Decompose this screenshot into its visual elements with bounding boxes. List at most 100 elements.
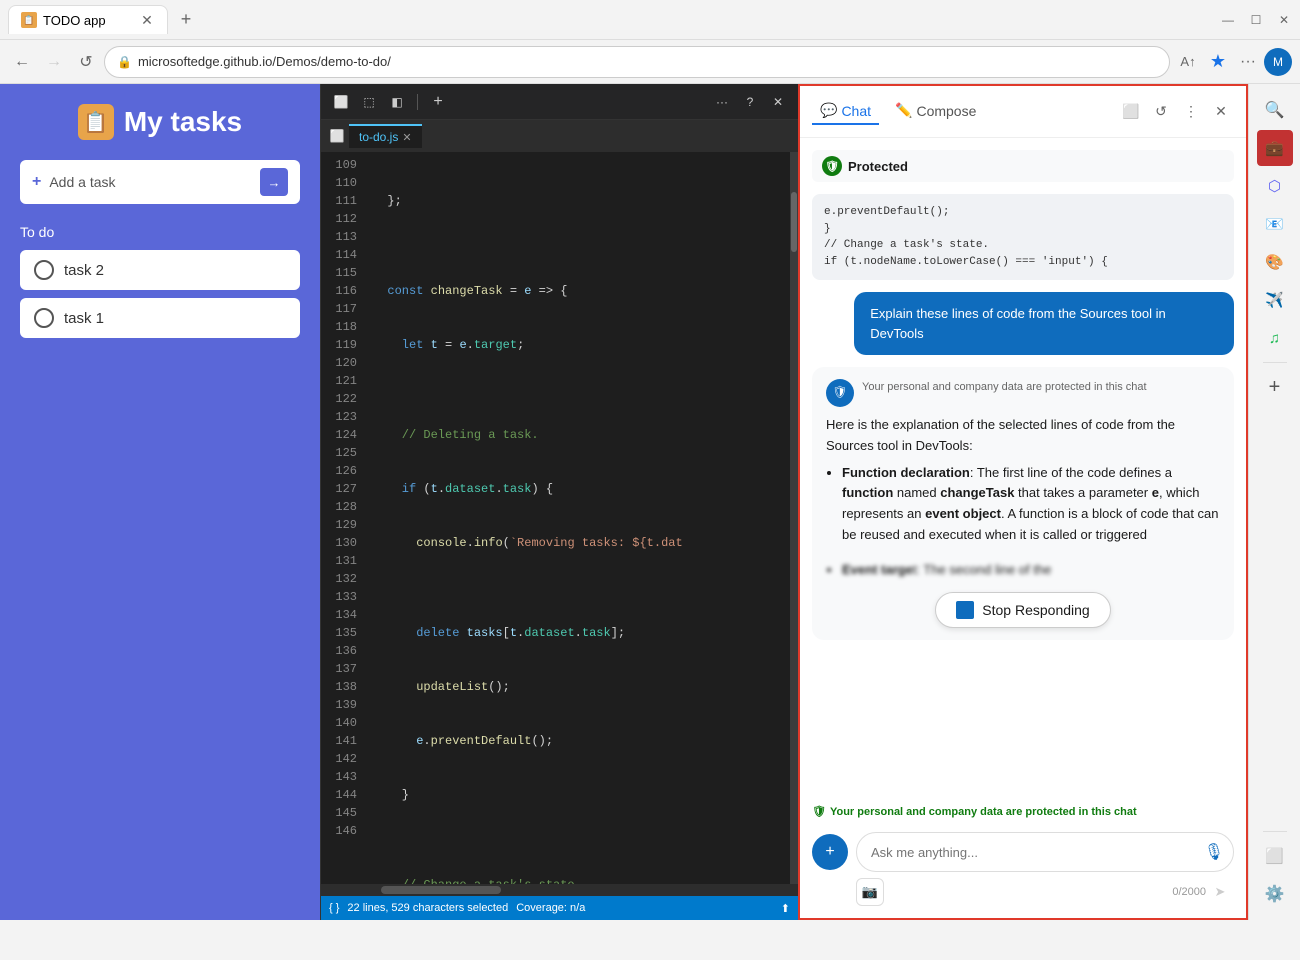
sidebar-paint-btn[interactable]: 🎨 bbox=[1257, 244, 1293, 280]
favorites-icon[interactable]: ★ bbox=[1204, 48, 1232, 76]
chat-close-btn[interactable]: ✕ bbox=[1208, 99, 1234, 125]
browser-toolbar: ← → ↺ 🔒 microsoftedge.github.io/Demos/de… bbox=[0, 40, 1300, 84]
sidebar-divider-1 bbox=[1263, 362, 1287, 363]
ai-avatar: 🛡 bbox=[826, 379, 854, 407]
hscroll-thumb[interactable] bbox=[381, 886, 501, 894]
sidebar-divider-2 bbox=[1263, 831, 1287, 832]
editor-tab-close[interactable]: ✕ bbox=[402, 131, 411, 144]
maximize-btn[interactable]: ☐ bbox=[1248, 12, 1264, 28]
editor-help-btn[interactable]: ? bbox=[738, 90, 762, 114]
tab-title: TODO app bbox=[43, 13, 106, 28]
editor-bracket: { } bbox=[329, 902, 339, 914]
chat-more-btn[interactable]: ⋮ bbox=[1178, 99, 1204, 125]
task-item-1[interactable]: task 1 bbox=[20, 298, 300, 338]
editor-tab-todo[interactable]: to-do.js ✕ bbox=[349, 124, 422, 148]
editor-scrollbar-y[interactable] bbox=[790, 152, 798, 884]
ai-bullet-1: Function declaration: The first line of … bbox=[842, 463, 1220, 546]
minimize-btn[interactable]: — bbox=[1220, 12, 1236, 28]
tab-favicon: 📋 bbox=[21, 12, 37, 28]
sidebar-add-btn[interactable]: + bbox=[1257, 369, 1293, 405]
chat-body: 🛡 Protected e.preventDefault(); } // Cha… bbox=[800, 138, 1246, 799]
editor-icon-1[interactable]: ⬜ bbox=[329, 90, 353, 114]
sidebar-plane-btn[interactable]: ✈️ bbox=[1257, 282, 1293, 318]
chat-panel: 💬 Chat ✏️ Compose ⬜ ↺ ⋮ ✕ 🛡 Pr bbox=[798, 84, 1248, 920]
address-text: microsoftedge.github.io/Demos/demo-to-do… bbox=[138, 54, 391, 69]
code-line-3: // Change a task's state. bbox=[824, 237, 1222, 254]
editor-hscroll[interactable] bbox=[321, 884, 798, 896]
task-item-2[interactable]: task 2 bbox=[20, 250, 300, 290]
chat-input-actions: 📷 0/2000 ➤ bbox=[812, 872, 1234, 906]
chat-tab-label: Chat bbox=[841, 103, 871, 119]
task-label-2: task 2 bbox=[64, 262, 104, 279]
code-snippet: e.preventDefault(); } // Change a task's… bbox=[812, 194, 1234, 280]
editor-footer: { } 22 lines, 529 characters selected Co… bbox=[321, 896, 798, 920]
new-tab-btn[interactable]: + bbox=[172, 6, 200, 34]
mic-icon[interactable]: 🎙 bbox=[1204, 842, 1224, 862]
editor-icon-2[interactable]: ⬚ bbox=[357, 90, 381, 114]
back-btn[interactable]: ← bbox=[8, 48, 36, 76]
editor-close-btn[interactable]: ✕ bbox=[766, 90, 790, 114]
forward-btn[interactable]: → bbox=[40, 48, 68, 76]
stop-icon bbox=[956, 601, 974, 619]
browser-tab[interactable]: 📋 TODO app ✕ bbox=[8, 5, 168, 34]
code-line-1: e.preventDefault(); bbox=[824, 204, 1222, 221]
chat-input-row: + 🎙 bbox=[812, 832, 1234, 872]
editor-icon-3[interactable]: ◧ bbox=[385, 90, 409, 114]
sidebar-outlook-btn[interactable]: 📧 bbox=[1257, 206, 1293, 242]
compose-tab-label: Compose bbox=[916, 103, 976, 119]
address-bar[interactable]: 🔒 microsoftedge.github.io/Demos/demo-to-… bbox=[104, 46, 1170, 78]
editor-toolbar: ⬜ ⬚ ◧ + ··· ? ✕ bbox=[321, 84, 798, 120]
scrollbar-thumb[interactable] bbox=[791, 192, 797, 252]
task-checkbox-2[interactable] bbox=[34, 260, 54, 280]
sidebar-spotify-btn[interactable]: ♫ bbox=[1257, 320, 1293, 356]
chat-icon: 💬 bbox=[820, 102, 837, 119]
code-line-4: if (t.nodeName.toLowerCase() === 'input'… bbox=[824, 254, 1222, 271]
line-numbers: 109 110 111 112 113 114 115 116 117 118 … bbox=[321, 152, 365, 884]
extensions-icon[interactable]: A↑ bbox=[1174, 48, 1202, 76]
more-btn[interactable]: ··· bbox=[1234, 48, 1262, 76]
editor-more-btn[interactable]: ··· bbox=[710, 90, 734, 114]
protected-banner: 🛡 Protected bbox=[812, 150, 1234, 182]
ai-intro: Here is the explanation of the selected … bbox=[826, 415, 1220, 457]
sidebar-settings-btn[interactable]: ⚙️ bbox=[1257, 876, 1293, 912]
add-task-submit-btn[interactable]: → bbox=[260, 168, 288, 196]
screenshot-btn[interactable]: 📷 bbox=[856, 878, 884, 906]
send-btn[interactable]: ➤ bbox=[1206, 878, 1234, 906]
refresh-btn[interactable]: ↺ bbox=[72, 48, 100, 76]
footer-shield-icon: 🛡 bbox=[812, 805, 826, 818]
chat-input[interactable] bbox=[856, 832, 1234, 872]
code-line-2: } bbox=[824, 221, 1222, 238]
chat-header-actions: ⬜ ↺ ⋮ ✕ bbox=[1118, 99, 1234, 125]
close-btn[interactable]: ✕ bbox=[1276, 12, 1292, 28]
profile-icon[interactable]: M bbox=[1264, 48, 1292, 76]
add-task-bar[interactable]: + Add a task → bbox=[20, 160, 300, 204]
main-area: 📋 My tasks + Add a task → To do task 2 t… bbox=[0, 84, 1300, 920]
stop-responding-btn[interactable]: Stop Responding bbox=[935, 592, 1110, 628]
editor-tab-icon[interactable]: ⬜ bbox=[325, 124, 349, 148]
sidebar-briefcase-btn[interactable]: 💼 bbox=[1257, 130, 1293, 166]
compose-tab[interactable]: ✏️ Compose bbox=[887, 98, 984, 125]
chat-tab[interactable]: 💬 Chat bbox=[812, 98, 879, 125]
lock-icon: 🔒 bbox=[117, 55, 132, 69]
tab-close-btn[interactable]: ✕ bbox=[139, 12, 155, 28]
sidebar-search-btn[interactable]: 🔍 bbox=[1257, 92, 1293, 128]
editor-status: 22 lines, 529 characters selected bbox=[347, 902, 508, 914]
task-checkbox-1[interactable] bbox=[34, 308, 54, 328]
editor-tab-name: to-do.js bbox=[359, 130, 398, 144]
code-content[interactable]: }; const changeTask = e => { let t = e.t… bbox=[365, 152, 790, 884]
editor-separator bbox=[417, 94, 418, 110]
editor-panel: ⬜ ⬚ ◧ + ··· ? ✕ ⬜ to-do.js ✕ bbox=[320, 84, 798, 920]
todo-section-label: To do bbox=[20, 224, 54, 240]
stop-label: Stop Responding bbox=[982, 602, 1089, 618]
chat-header: 💬 Chat ✏️ Compose ⬜ ↺ ⋮ ✕ bbox=[800, 86, 1246, 138]
char-count: 0/2000 bbox=[1172, 886, 1206, 898]
titlebar: 📋 TODO app ✕ + — ☐ ✕ bbox=[0, 0, 1300, 40]
sidebar-split-btn[interactable]: ⬜ bbox=[1257, 838, 1293, 874]
window-controls: — ☐ ✕ bbox=[1220, 12, 1292, 28]
chat-open-btn[interactable]: ⬜ bbox=[1118, 99, 1144, 125]
chat-refresh-btn[interactable]: ↺ bbox=[1148, 99, 1174, 125]
footer-note-text: Your personal and company data are prote… bbox=[830, 806, 1137, 818]
sidebar-copilot-btn[interactable]: ⬡ bbox=[1257, 168, 1293, 204]
chat-new-btn[interactable]: + bbox=[812, 834, 848, 870]
editor-icon-plus[interactable]: + bbox=[426, 90, 450, 114]
